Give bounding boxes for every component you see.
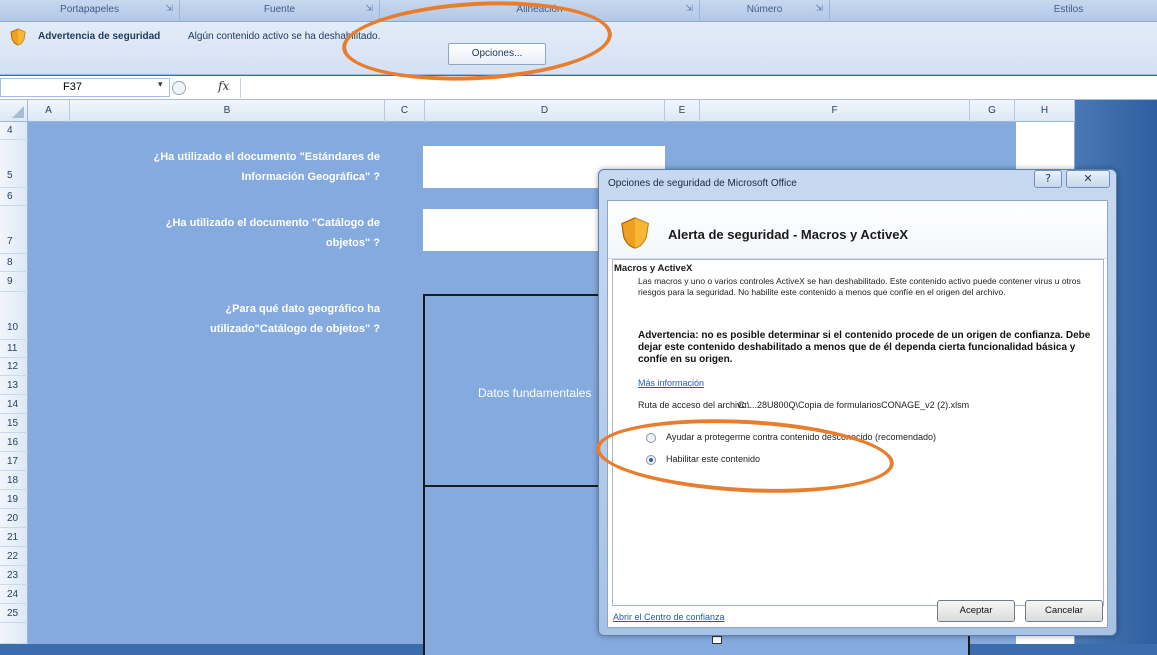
name-box-dropdown-icon[interactable]: ▾	[158, 80, 163, 90]
ribbon-group-label: Estilos	[1053, 4, 1084, 15]
row-header[interactable]	[0, 623, 28, 644]
column-header-g[interactable]: G	[970, 100, 1015, 122]
alert-title: Alerta de seguridad - Macros y ActiveX	[668, 227, 909, 242]
row-header[interactable]: 22	[0, 547, 28, 566]
row-header[interactable]: 25	[0, 604, 28, 623]
row-header[interactable]: 17	[0, 452, 28, 471]
dialog-title: Opciones de seguridad de Microsoft Offic…	[608, 178, 797, 189]
row-header[interactable]: 12	[0, 358, 28, 376]
column-header-d[interactable]: D	[425, 100, 665, 122]
ribbon-group-font: Fuente ⇲	[180, 0, 380, 22]
row-header[interactable]: 20	[0, 509, 28, 528]
row-header[interactable]: 18	[0, 471, 28, 490]
row-header[interactable]: 23	[0, 566, 28, 585]
dialog-launcher-icon[interactable]: ⇲	[685, 4, 693, 14]
file-path-label: Ruta de acceso del archivo:	[638, 400, 750, 410]
column-header-e[interactable]: E	[665, 100, 700, 122]
warning-text: Advertencia: no es posible determinar si…	[638, 330, 1091, 365]
row-header[interactable]: 5	[0, 140, 28, 188]
file-path-value: C:\...28U800Q\Copia de formulariosCONAGE…	[738, 400, 970, 410]
row-header[interactable]: 8	[0, 254, 28, 272]
row-header[interactable]: 13	[0, 376, 28, 395]
column-header-c[interactable]: C	[385, 100, 425, 122]
formula-cancel-icon[interactable]	[172, 81, 186, 95]
ribbon-group-clipboard: Portapapeles ⇲	[0, 0, 180, 22]
section-text: Las macros y uno o varios controles Acti…	[638, 276, 1081, 297]
question-2-line-1: ¿Ha utilizado el documento "Catálogo de	[165, 217, 380, 229]
shield-warning-icon	[10, 28, 26, 46]
shield-warning-icon	[621, 217, 649, 249]
accept-button[interactable]: Aceptar	[937, 600, 1015, 622]
dialog-launcher-icon[interactable]: ⇲	[165, 4, 173, 14]
help-button[interactable]: ?	[1034, 170, 1062, 188]
column-header-f[interactable]: F	[700, 100, 970, 122]
row-header[interactable]: 10	[0, 292, 28, 340]
column-header-a[interactable]: A	[28, 100, 70, 122]
question-1-line-1: ¿Ha utilizado el documento "Estándares d…	[153, 151, 380, 163]
datos-fundamentales-label: Datos fundamentales	[478, 386, 592, 400]
question-1-line-2: Información Geográfica" ?	[241, 171, 380, 183]
ribbon-group-number: Número ⇲	[700, 0, 830, 22]
name-box[interactable]: F37	[0, 78, 170, 97]
row-header[interactable]: 21	[0, 528, 28, 547]
ribbon-group-label: Portapapeles	[60, 4, 119, 15]
row-header[interactable]: 19	[0, 490, 28, 509]
select-all-corner[interactable]	[0, 100, 28, 122]
cancel-button[interactable]: Cancelar	[1025, 600, 1103, 622]
row-header[interactable]: 7	[0, 206, 28, 254]
row-header[interactable]: 4	[0, 122, 28, 140]
ribbon-group-label: Número	[746, 4, 783, 15]
row-header[interactable]: 9	[0, 272, 28, 292]
dialog-launcher-icon[interactable]: ⇲	[815, 4, 823, 14]
ribbon-group-label: Fuente	[263, 4, 296, 15]
column-header-h[interactable]: H	[1015, 100, 1075, 122]
column-header-b[interactable]: B	[70, 100, 385, 122]
question-3-line-2: utilizado"Catálogo de objetos" ?	[210, 323, 380, 335]
row-header[interactable]: 11	[0, 340, 28, 358]
insert-function-icon[interactable]: fx	[218, 79, 229, 93]
row-header[interactable]: 16	[0, 433, 28, 452]
question-3-line-1: ¿Para qué dato geográfico ha	[225, 303, 380, 315]
question-2-line-2: objetos" ?	[325, 237, 380, 249]
trust-center-link[interactable]: Abrir el Centro de confianza	[613, 612, 725, 622]
more-info-link[interactable]: Más información	[638, 378, 704, 388]
section-header: Macros y ActiveX	[614, 263, 693, 274]
row-header[interactable]: 14	[0, 395, 28, 414]
security-warning-title: Advertencia de seguridad	[38, 31, 161, 42]
checkbox[interactable]	[712, 636, 722, 644]
row-header[interactable]: 6	[0, 188, 28, 206]
select-all-triangle-icon	[12, 106, 24, 118]
dialog-launcher-icon[interactable]: ⇲	[365, 4, 373, 14]
close-button[interactable]: ✕	[1066, 170, 1110, 188]
row-header[interactable]: 24	[0, 585, 28, 604]
formula-bar-divider	[240, 78, 241, 98]
row-header[interactable]: 15	[0, 414, 28, 433]
ribbon-group-styles: Estilos	[830, 0, 1157, 22]
